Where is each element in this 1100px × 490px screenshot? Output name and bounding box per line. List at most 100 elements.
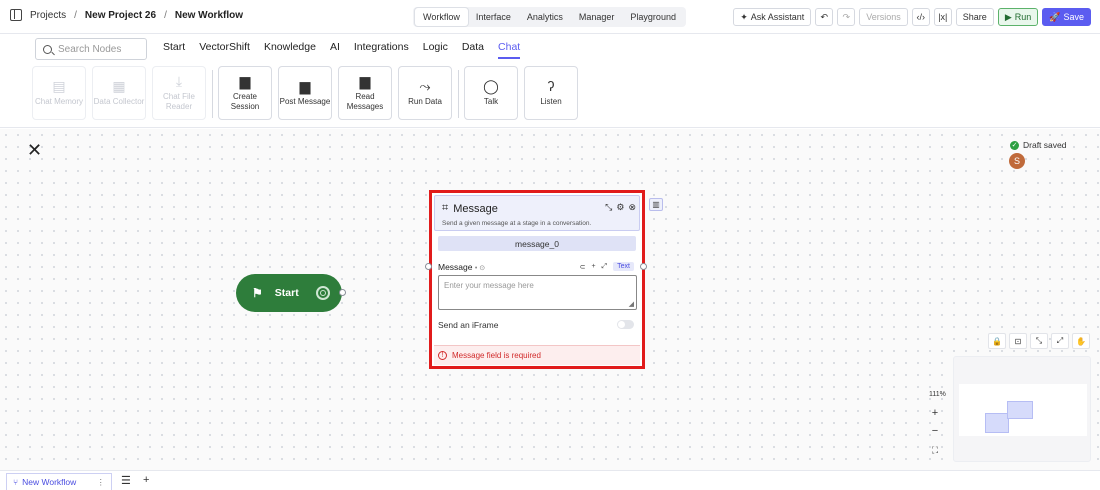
field-type-badge[interactable]: Text <box>613 262 634 271</box>
add-tab-icon[interactable]: + <box>143 474 149 486</box>
zoom-out-button[interactable]: − <box>928 424 942 438</box>
avatar[interactable]: S <box>1009 153 1025 169</box>
tile-label: Chat File Reader <box>162 92 195 111</box>
fit-view-icon[interactable]: ⊡ <box>1009 333 1027 349</box>
workflow-canvas[interactable]: ✕ ✓ Draft saved S ⚑ Start ⌗ Message Send… <box>0 129 1100 470</box>
minimap-node <box>985 413 1009 433</box>
close-circle-icon[interactable]: ⊗ <box>628 202 636 213</box>
redo-button[interactable]: ↷ <box>837 8 856 26</box>
tab-workflow[interactable]: Workflow <box>415 8 468 26</box>
post-message-icon: ▆ <box>299 78 311 95</box>
close-icon[interactable]: ✕ <box>27 141 42 159</box>
tab-playground[interactable]: Playground <box>622 8 684 26</box>
message-node-controls: ⤡ ⚙ ⊗ <box>605 202 636 213</box>
breadcrumb-separator: / <box>74 9 77 21</box>
tile-listen[interactable]: ʔ Listen <box>524 66 578 120</box>
versions-button[interactable]: Versions <box>859 8 908 26</box>
sidebar-toggle-icon[interactable] <box>10 9 22 21</box>
variable-icon[interactable]: ⊂ <box>580 263 586 271</box>
tab-analytics[interactable]: Analytics <box>519 8 571 26</box>
fullscreen-icon[interactable]: ⤢ <box>1051 333 1069 349</box>
message-output-handle[interactable] <box>640 263 647 270</box>
ask-assistant-label: Ask Assistant <box>750 12 805 22</box>
tile-create-session[interactable]: ▆ Create Session <box>218 66 272 120</box>
save-label: Save <box>1063 12 1084 22</box>
message-textarea[interactable]: Enter your message here ◢ <box>438 275 637 310</box>
run-button[interactable]: ▶ Run <box>997 8 1039 26</box>
save-button[interactable]: 🚀 Save <box>1042 8 1091 26</box>
tile-data-collector[interactable]: ▦ Data Collector <box>92 66 146 120</box>
node-name-field[interactable]: message_0 <box>438 236 636 251</box>
list-icon[interactable]: ☰ <box>121 474 131 487</box>
message-node-title: ⌗ Message <box>442 202 498 215</box>
run-label: Run <box>1014 12 1032 22</box>
message-placeholder: Enter your message here <box>444 281 534 290</box>
talk-icon: ◯ <box>483 78 499 95</box>
view-tabs: Workflow Interface Analytics Manager Pla… <box>413 7 686 27</box>
draft-status: ✓ Draft saved <box>1010 140 1066 150</box>
message-field-label: Message • ⊙ <box>438 262 485 272</box>
zoom-level: 111% <box>929 391 946 398</box>
panel-icon[interactable]: ▥ <box>649 198 663 211</box>
resize-handle-icon[interactable]: ◢ <box>629 300 634 308</box>
start-output-handle[interactable] <box>339 289 346 296</box>
message-node[interactable]: ⌗ Message Send a given message at a stag… <box>429 190 645 369</box>
iframe-toggle[interactable] <box>617 320 634 329</box>
tile-talk[interactable]: ◯ Talk <box>464 66 518 120</box>
workflow-tab[interactable]: ⑂ New Workflow ⋮ <box>6 473 112 490</box>
bottom-bar: ⑂ New Workflow ⋮ ☰ + <box>0 470 1100 490</box>
share-button[interactable]: Share <box>955 8 994 26</box>
play-icon: ▶ <box>1004 11 1012 22</box>
zoom-in-button[interactable]: + <box>928 406 942 420</box>
message-input-handle[interactable] <box>425 263 432 270</box>
debug-button[interactable]: |x| <box>933 8 952 26</box>
code-button[interactable]: ‹/› <box>911 8 930 26</box>
tile-chat-memory[interactable]: ▤ Chat Memory <box>32 66 86 120</box>
start-node-label: Start <box>274 287 299 299</box>
breadcrumb-workflow[interactable]: New Workflow <box>175 10 243 21</box>
hand-icon[interactable]: ✋ <box>1072 333 1090 349</box>
chat-file-reader-icon: ⤓ <box>175 73 183 90</box>
undo-button[interactable]: ↶ <box>815 8 834 26</box>
category-vectorshift[interactable]: VectorShift <box>199 41 250 59</box>
category-start[interactable]: Start <box>163 41 185 59</box>
breadcrumb-project[interactable]: New Project 26 <box>85 10 156 21</box>
category-knowledge[interactable]: Knowledge <box>264 41 316 59</box>
search-placeholder: Search Nodes <box>58 43 122 55</box>
rocket-icon: 🚀 <box>1049 11 1061 22</box>
message-node-header: ⌗ Message Send a given message at a stag… <box>434 195 640 231</box>
shrink-icon[interactable]: ⤡ <box>1030 333 1048 349</box>
fit-screen-button[interactable]: ⛶ <box>928 443 942 457</box>
run-data-icon: ⤳ <box>419 78 431 95</box>
tile-label: Create Session <box>230 92 260 111</box>
iframe-label: Send an iFrame <box>438 320 499 330</box>
tile-chat-file-reader[interactable]: ⤓ Chat File Reader <box>152 66 206 120</box>
start-node[interactable]: ⚑ Start <box>236 274 342 312</box>
category-ai[interactable]: AI <box>330 41 340 59</box>
tab-manager[interactable]: Manager <box>571 8 623 26</box>
category-chat[interactable]: Chat <box>498 41 521 59</box>
tile-label: Chat Memory <box>34 97 83 107</box>
category-data[interactable]: Data <box>462 41 484 59</box>
tile-post-message[interactable]: ▆ Post Message <box>278 66 332 120</box>
search-input[interactable]: Search Nodes <box>35 38 147 60</box>
tile-label: Run Data <box>408 97 442 107</box>
more-vertical-icon[interactable]: ⋮ <box>97 477 106 488</box>
message-field-label-text: Message <box>438 262 473 272</box>
add-icon[interactable]: + <box>591 263 595 270</box>
gear-icon[interactable]: ⚙ <box>616 202 624 213</box>
ask-assistant-button[interactable]: ✦ Ask Assistant <box>733 8 812 26</box>
tile-run-data[interactable]: ⤳ Run Data <box>398 66 452 120</box>
tab-interface[interactable]: Interface <box>468 8 519 26</box>
expand-icon[interactable]: ⤢ <box>602 263 608 271</box>
lock-icon[interactable]: 🔒 <box>988 333 1006 349</box>
category-logic[interactable]: Logic <box>423 41 448 59</box>
category-integrations[interactable]: Integrations <box>354 41 409 59</box>
error-text: Message field is required <box>452 351 541 360</box>
minimap[interactable] <box>953 356 1091 462</box>
breadcrumb: Projects / New Project 26 / New Workflow <box>10 9 243 21</box>
breadcrumb-projects[interactable]: Projects <box>30 10 66 21</box>
flag-icon: ⚑ <box>252 286 263 300</box>
tile-read-messages[interactable]: ▆ Read Messages <box>338 66 392 120</box>
collapse-icon[interactable]: ⤡ <box>605 202 612 213</box>
